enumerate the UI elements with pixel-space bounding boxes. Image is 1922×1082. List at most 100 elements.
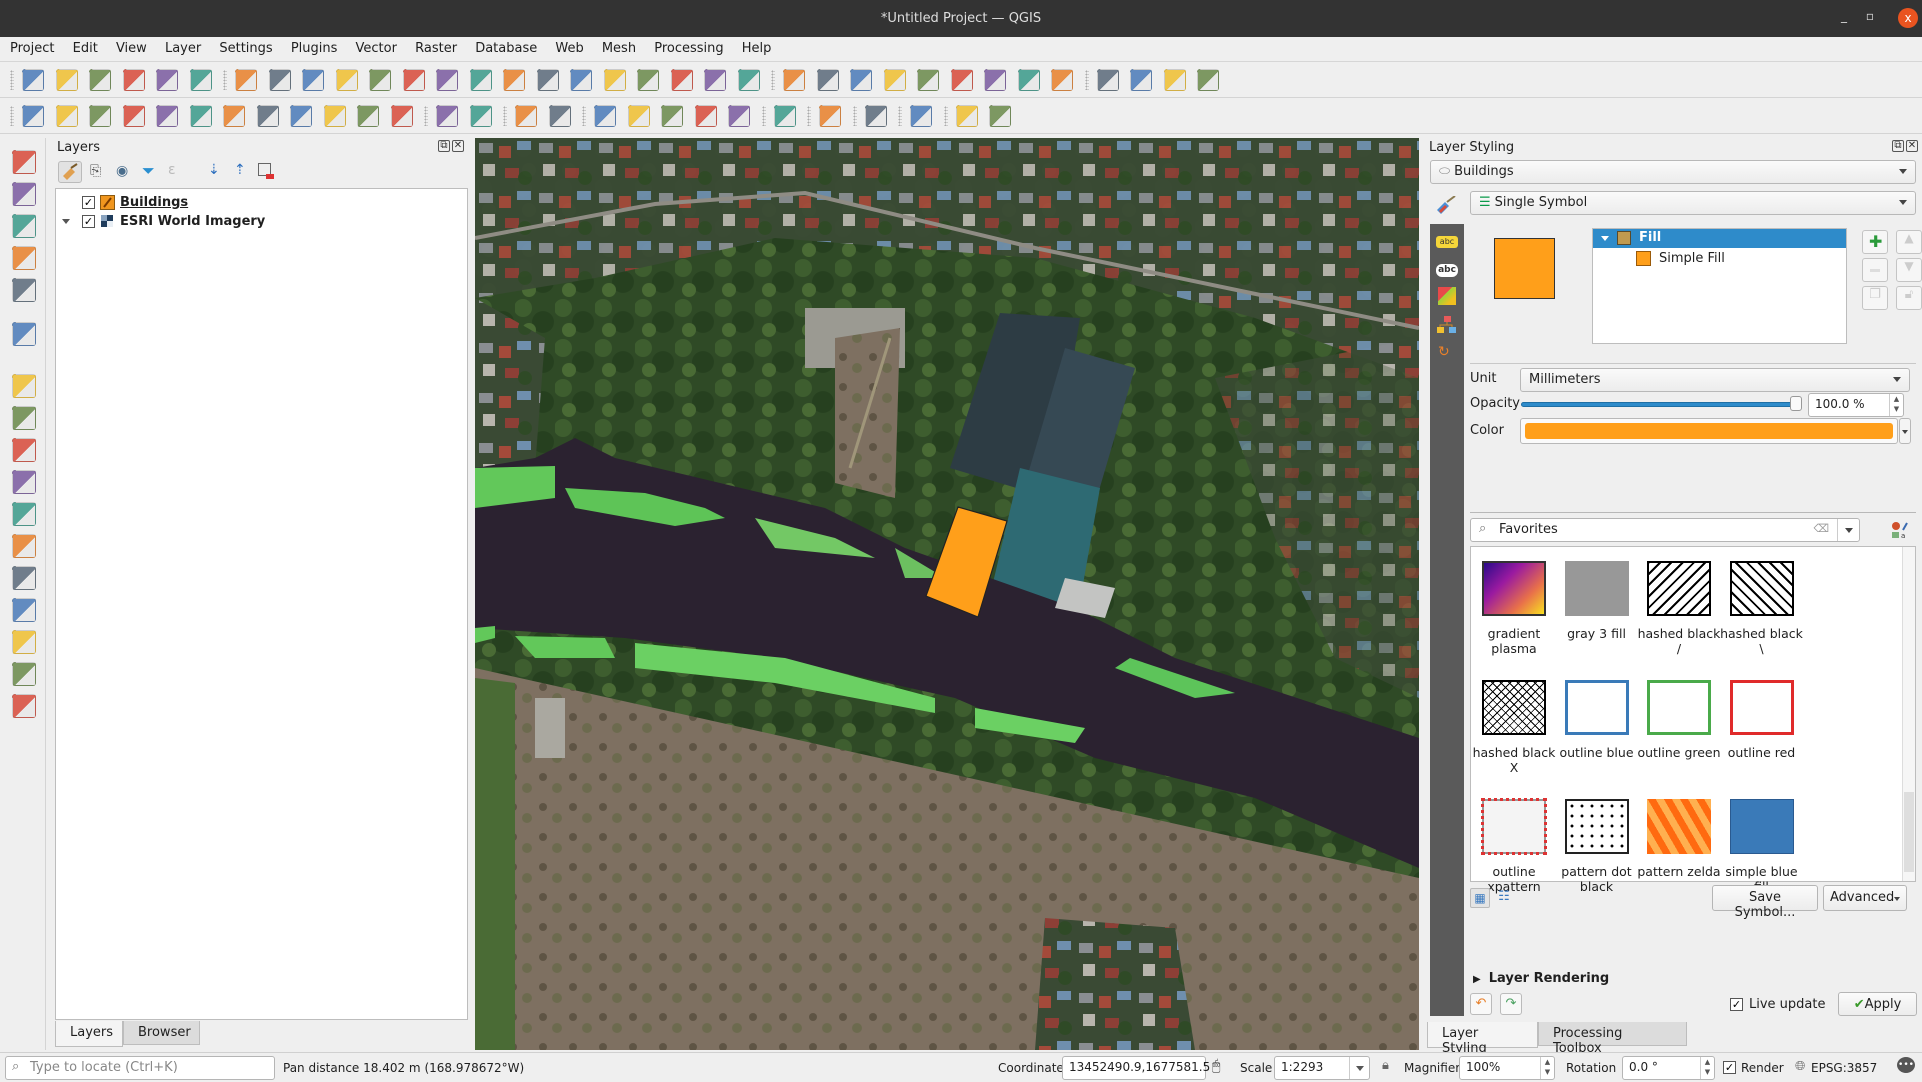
symbol-item[interactable]: pattern dot black: [1555, 799, 1639, 894]
expand-all-icon[interactable]: ⇣: [208, 162, 220, 178]
filter-legend-icon[interactable]: ⏷: [142, 161, 155, 181]
zoom-next-icon[interactable]: [536, 69, 559, 91]
layer-item-buildings[interactable]: ✓ Buildings: [56, 194, 456, 212]
remove-symbol-layer-button[interactable]: [1862, 258, 1888, 282]
render-checkbox[interactable]: ✓: [1723, 1061, 1736, 1074]
symbol-tree-item-simple-fill[interactable]: Simple Fill: [1593, 249, 1846, 268]
cut-features-icon[interactable]: [256, 105, 279, 127]
building-feature[interactable]: [925, 506, 1008, 618]
tab-layers[interactable]: Layers: [55, 1021, 123, 1047]
add-xyz-icon[interactable]: [12, 694, 36, 718]
rotate-label-icon[interactable]: [661, 105, 683, 127]
add-postgis-icon[interactable]: [12, 566, 36, 590]
close-panel-icon[interactable]: ✕: [452, 140, 464, 152]
help-icon[interactable]: [910, 105, 932, 127]
save-edits-icon[interactable]: [89, 105, 111, 127]
clear-search-icon[interactable]: ⌫: [1813, 522, 1829, 535]
history-icon[interactable]: ↻: [1438, 344, 1456, 360]
copy-features-icon[interactable]: [290, 105, 312, 127]
deselect-icon[interactable]: [1163, 69, 1186, 91]
diagrams-icon[interactable]: [1437, 316, 1457, 334]
pin-labels-icon[interactable]: [515, 105, 537, 127]
menu-layer[interactable]: Layer: [165, 37, 201, 56]
map-canvas[interactable]: [475, 138, 1419, 1050]
map-tips-icon[interactable]: [984, 69, 1006, 91]
add-raster-layer-icon[interactable]: [12, 406, 36, 430]
magnifier-spinbox[interactable]: 100% ▲ ▼: [1459, 1056, 1555, 1080]
layer-item-esri-world-imagery[interactable]: ✓ ESRI World Imagery: [56, 213, 456, 231]
style-manager-icon[interactable]: [189, 69, 212, 91]
add-group-icon[interactable]: ⎘: [90, 163, 101, 179]
renderer-select[interactable]: ☰ Single Symbol: [1470, 191, 1916, 215]
symbology-paintbrush-icon[interactable]: [1435, 195, 1457, 216]
move-up-button[interactable]: ▲: [1896, 230, 1922, 254]
lock-color-button[interactable]: 🔓︎: [1896, 286, 1922, 310]
masks-icon[interactable]: abc: [1436, 264, 1458, 277]
refresh-icon[interactable]: [737, 69, 760, 91]
unit-select[interactable]: Millimeters: [1520, 368, 1910, 392]
digitize-icon[interactable]: [22, 105, 44, 127]
move-down-button[interactable]: ▼: [1896, 258, 1922, 282]
menu-database[interactable]: Database: [475, 37, 537, 56]
toolbar-handle[interactable]: [807, 106, 811, 126]
layer-select[interactable]: ⬭ Buildings: [1430, 160, 1916, 184]
label-properties-icon[interactable]: [728, 105, 750, 127]
menu-project[interactable]: Project: [10, 37, 54, 56]
annotation-icon[interactable]: [1017, 69, 1040, 91]
plugin-reloader-icon[interactable]: [989, 105, 1011, 127]
icon-view-button[interactable]: ▦: [1470, 888, 1490, 908]
tab-layer-styling[interactable]: Layer Styling: [1427, 1022, 1538, 1056]
zoom-to-layer-icon[interactable]: [436, 69, 458, 91]
float-panel-icon[interactable]: ⧉: [1892, 140, 1904, 152]
close-button[interactable]: x: [1898, 8, 1918, 28]
diagram-icon[interactable]: [469, 105, 492, 127]
symbol-tree-item-fill[interactable]: Fill: [1593, 229, 1846, 248]
symbol-item[interactable]: outline red: [1720, 680, 1804, 760]
menu-edit[interactable]: Edit: [73, 37, 98, 56]
quickosm-icon[interactable]: [955, 105, 978, 127]
zoom-last-icon[interactable]: [503, 69, 525, 91]
change-label-icon[interactable]: [694, 105, 717, 127]
tab-processing-toolbox[interactable]: Processing Toolbox: [1538, 1022, 1687, 1056]
symbol-item[interactable]: hashed black X: [1472, 680, 1556, 775]
show-bookmarks-icon[interactable]: [670, 69, 693, 91]
symbol-search-input[interactable]: ⌕ Favorites ⌫: [1470, 518, 1860, 542]
menu-mesh[interactable]: Mesh: [602, 37, 636, 56]
new-print-layout-icon[interactable]: [122, 69, 145, 91]
scrollbar-thumb[interactable]: [1904, 792, 1914, 872]
lock-scale-icon[interactable]: 🔒︎: [1382, 1058, 1389, 1073]
messages-icon[interactable]: •••: [1897, 1057, 1915, 1073]
symbol-item[interactable]: outline xpattern: [1472, 798, 1556, 894]
temporal-controller-icon[interactable]: [704, 69, 726, 91]
toolbar-handle[interactable]: [10, 70, 14, 90]
pan-to-selection-icon[interactable]: [268, 69, 291, 91]
move-label-icon[interactable]: [627, 105, 650, 127]
text-annotation-icon[interactable]: [1051, 69, 1073, 91]
menu-vector[interactable]: Vector: [356, 37, 397, 56]
manage-visibility-icon[interactable]: ◉: [116, 163, 128, 179]
color-button[interactable]: [1520, 418, 1898, 444]
toolbar-handle[interactable]: [10, 106, 14, 126]
new-project-icon[interactable]: [22, 69, 44, 91]
new-spatialite-layer-icon[interactable]: [12, 246, 36, 270]
layer-visibility-checkbox[interactable]: ✓: [82, 196, 95, 209]
processing-toolbox-icon[interactable]: [883, 69, 906, 91]
measure-icon[interactable]: [950, 69, 973, 91]
undo-icon[interactable]: [357, 105, 379, 127]
toolbar-handle[interactable]: [852, 106, 857, 126]
symbol-item[interactable]: pattern zelda: [1637, 799, 1721, 879]
new-bookmark-icon[interactable]: [637, 69, 659, 91]
add-wfs-icon[interactable]: [12, 630, 36, 654]
expand-arrow-icon[interactable]: [62, 219, 70, 224]
symbol-item[interactable]: outline green: [1637, 680, 1721, 760]
advanced-button[interactable]: Advanced: [1823, 885, 1907, 911]
statistics-icon[interactable]: [917, 69, 939, 91]
color-dropdown-button[interactable]: [1899, 418, 1911, 444]
live-update-checkbox[interactable]: ✓: [1730, 998, 1743, 1011]
layout-manager-icon[interactable]: [156, 69, 178, 91]
symbol-item[interactable]: hashed black /: [1637, 561, 1721, 656]
remove-layer-icon[interactable]: [258, 163, 274, 179]
tab-browser[interactable]: Browser: [123, 1021, 200, 1045]
crs-globe-icon[interactable]: 🌐︎: [1795, 1059, 1805, 1074]
zoom-full-icon[interactable]: [369, 69, 391, 91]
